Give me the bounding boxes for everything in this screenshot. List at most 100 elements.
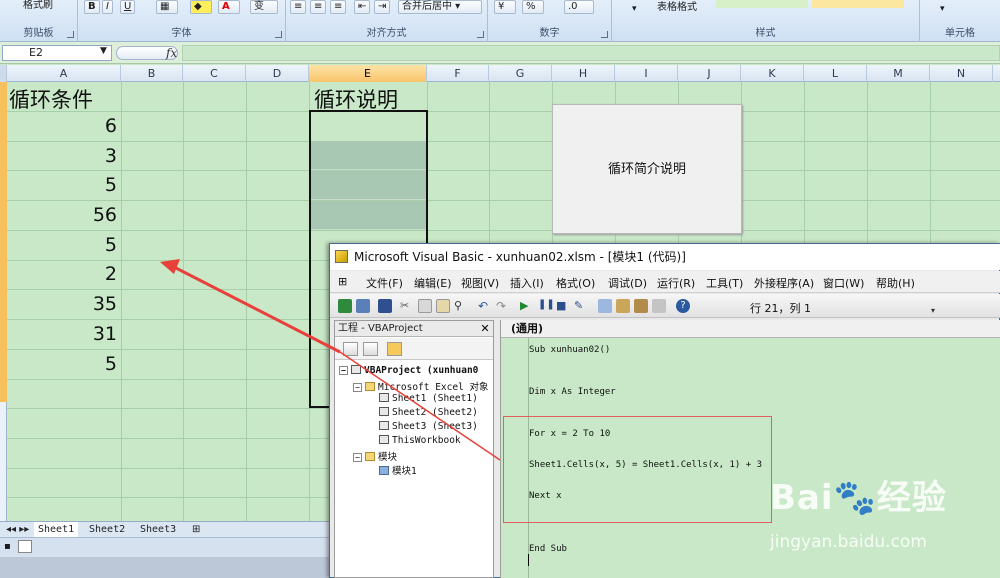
tab-nav-arrows-icon[interactable]: ◂◂ ▸▸ xyxy=(2,522,33,537)
dialog-launcher-icon[interactable] xyxy=(601,31,608,38)
tree-item-module1[interactable]: 模块1 xyxy=(379,463,417,477)
cell-a1[interactable]: 循环条件 xyxy=(9,84,93,114)
cell-value[interactable]: 5 xyxy=(60,353,117,375)
view-code-icon[interactable] xyxy=(343,342,358,356)
redo-icon[interactable]: ↷ xyxy=(496,299,510,313)
align-right-button[interactable]: ≡ xyxy=(330,0,346,14)
menu-file[interactable]: 文件(F) xyxy=(366,275,403,291)
toggle-folders-icon[interactable] xyxy=(387,342,402,356)
align-center-button[interactable]: ≡ xyxy=(310,0,326,14)
tree-item-modules[interactable]: − 模块 xyxy=(353,449,397,463)
properties-icon[interactable] xyxy=(616,299,630,313)
code-line[interactable]: End Sub xyxy=(529,544,567,554)
excel-view-icon[interactable]: ⊞ xyxy=(338,275,347,288)
bold-button[interactable]: B xyxy=(84,0,100,14)
menu-insert[interactable]: 插入(I) xyxy=(510,275,544,291)
menu-addins[interactable]: 外接程序(A) xyxy=(754,275,814,291)
dialog-launcher-icon[interactable] xyxy=(477,31,484,38)
help-icon[interactable]: ? xyxy=(676,299,690,313)
insert-function-icon[interactable]: fx xyxy=(166,46,177,60)
menu-help[interactable]: 帮助(H) xyxy=(876,275,915,291)
underline-button[interactable]: U xyxy=(120,0,136,14)
column-header[interactable]: D xyxy=(246,65,309,82)
dialog-launcher-icon[interactable] xyxy=(275,31,282,38)
column-header[interactable]: L xyxy=(804,65,867,82)
phonetic-button[interactable]: 变 xyxy=(250,0,278,14)
pause-icon[interactable]: ❚❚ xyxy=(538,299,555,313)
design-mode-icon[interactable]: ✎ xyxy=(574,299,588,313)
vba-title-bar[interactable]: Microsoft Visual Basic - xunhuan02.xlsm … xyxy=(330,244,1000,270)
column-header[interactable]: C xyxy=(183,65,246,82)
collapse-icon[interactable]: − xyxy=(339,366,348,375)
cell-value[interactable]: 35 xyxy=(60,293,117,315)
cell-value[interactable]: 56 xyxy=(60,204,117,226)
cell-style-swatch[interactable] xyxy=(716,0,808,8)
percent-button[interactable]: % xyxy=(522,0,544,14)
project-explorer-icon[interactable] xyxy=(598,299,612,313)
menu-run[interactable]: 运行(R) xyxy=(657,275,695,291)
code-line[interactable]: Sub xunhuan02() xyxy=(529,345,610,355)
decimal-button[interactable]: .0 xyxy=(564,0,594,14)
row-headers-selected[interactable] xyxy=(0,82,7,402)
cell-value[interactable]: 5 xyxy=(60,174,117,196)
cut-icon[interactable]: ✂ xyxy=(400,299,414,313)
indent-decrease-button[interactable]: ⇤ xyxy=(354,0,370,14)
code-line[interactable]: Dim x As Integer xyxy=(529,387,616,397)
menu-window[interactable]: 窗口(W) xyxy=(823,275,864,291)
cell-value[interactable]: 31 xyxy=(60,323,117,345)
border-button[interactable]: ▦ xyxy=(156,0,178,14)
cell-value[interactable]: 3 xyxy=(60,145,117,167)
run-icon[interactable]: ▶ xyxy=(520,299,534,313)
view-object-icon[interactable] xyxy=(363,342,378,356)
undo-icon[interactable]: ↶ xyxy=(478,299,492,313)
collapse-icon[interactable]: − xyxy=(353,453,362,462)
tab-sheet3[interactable]: Sheet3 xyxy=(136,522,180,537)
select-all-button[interactable] xyxy=(0,65,7,82)
toolbox-icon[interactable] xyxy=(652,299,666,313)
insert-sheet-icon[interactable]: ⊞ xyxy=(188,522,204,537)
conditional-format-dropdown[interactable]: ▾ xyxy=(632,4,637,14)
column-header-selected[interactable]: E xyxy=(309,65,427,82)
vba-editor-window[interactable]: Microsoft Visual Basic - xunhuan02.xlsm … xyxy=(329,243,1000,578)
tree-item-vbaproject[interactable]: − VBAProject (xunhuan0 xyxy=(339,365,478,376)
copy-icon[interactable] xyxy=(418,299,432,313)
tree-item-excel-objects[interactable]: − Microsoft Excel 对象 xyxy=(353,379,489,393)
menu-format[interactable]: 格式(O) xyxy=(556,275,595,291)
name-box[interactable]: E2 xyxy=(2,45,112,61)
cell-value[interactable]: 2 xyxy=(60,263,117,285)
tree-item-sheet3[interactable]: Sheet3 (Sheet3) xyxy=(379,421,478,432)
close-icon[interactable]: ✕ xyxy=(478,321,492,336)
italic-button[interactable]: I xyxy=(102,0,113,14)
column-header[interactable]: M xyxy=(867,65,930,82)
menu-tools[interactable]: 工具(T) xyxy=(706,275,743,291)
tab-sheet2[interactable]: Sheet2 xyxy=(85,522,129,537)
toolbar-options-icon[interactable]: ▾ xyxy=(931,306,935,315)
cell-style-swatch-2[interactable] xyxy=(812,0,904,8)
format-painter-button[interactable]: 格式刷 xyxy=(20,0,56,14)
paste-icon[interactable] xyxy=(436,299,450,313)
menu-debug[interactable]: 调试(D) xyxy=(608,275,647,291)
column-header[interactable]: J xyxy=(678,65,741,82)
tree-item-thisworkbook[interactable]: ThisWorkbook xyxy=(379,435,461,446)
font-color-button[interactable]: A xyxy=(218,0,240,14)
dialog-launcher-icon[interactable] xyxy=(67,31,74,38)
fill-color-button[interactable]: ◆ xyxy=(190,0,212,14)
column-header[interactable]: A xyxy=(7,65,121,82)
object-browser-icon[interactable] xyxy=(634,299,648,313)
menu-view[interactable]: 视图(V) xyxy=(461,275,499,291)
tab-sheet1[interactable]: Sheet1 xyxy=(34,522,79,537)
tree-item-sheet1[interactable]: Sheet1 (Sheet1) xyxy=(379,393,478,404)
save-icon[interactable] xyxy=(378,299,392,313)
currency-button[interactable]: ¥ xyxy=(494,0,516,14)
indent-increase-button[interactable]: ⇥ xyxy=(374,0,390,14)
cells-dropdown[interactable]: ▾ xyxy=(940,4,945,14)
column-header[interactable]: F xyxy=(427,65,489,82)
macro-record-icon[interactable] xyxy=(18,540,32,553)
cell-value[interactable]: 6 xyxy=(60,115,117,137)
cell-value[interactable]: 5 xyxy=(60,234,117,256)
column-header[interactable]: G xyxy=(489,65,552,82)
column-header[interactable]: K xyxy=(741,65,804,82)
object-combo[interactable]: (通用) xyxy=(501,320,1000,338)
column-header[interactable]: H xyxy=(552,65,615,82)
column-header[interactable]: B xyxy=(121,65,183,82)
